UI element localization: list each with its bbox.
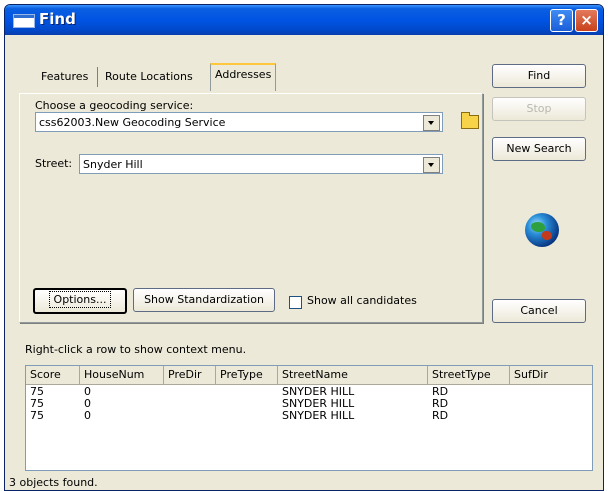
options-button-label: Options... [48,291,112,308]
find-dialog: Find ? × Features Route Locations Addres… [4,4,604,491]
tab-addresses[interactable]: Addresses [210,63,277,91]
table-row[interactable]: 75 0 SNYDER HILL RD [26,410,592,422]
cell-streettype: RD [432,409,449,422]
cancel-button[interactable]: Cancel [492,299,586,323]
geocoding-service-value: css62003.New Geocoding Service [39,116,226,129]
street-label: Street: [35,157,73,170]
tab-route-locations[interactable]: Route Locations [101,67,197,87]
close-icon[interactable]: × [575,9,598,32]
folder-open-icon[interactable] [461,112,479,129]
column-header-streettype[interactable]: StreetType [428,366,510,384]
table-header: Score HouseNum PreDir PreType StreetName… [26,366,592,385]
street-input[interactable]: Snyder Hill [79,154,443,174]
tab-separator [97,67,98,87]
status-bar: 3 objects found. [9,476,98,489]
show-standardization-button[interactable]: Show Standardization [133,288,275,312]
results-hint: Right-click a row to show context menu. [25,343,247,356]
column-header-score[interactable]: Score [26,366,80,384]
column-header-predir[interactable]: PreDir [164,366,216,384]
geocoding-service-label: Choose a geocoding service: [35,99,194,112]
results-table[interactable]: Score HouseNum PreDir PreType StreetName… [25,365,593,471]
globe-icon [525,213,559,247]
show-all-candidates-label[interactable]: Show all candidates [307,294,417,307]
new-search-button[interactable]: New Search [492,137,586,161]
window-icon [13,14,35,28]
street-value: Snyder Hill [83,158,143,171]
stop-button[interactable]: Stop [492,97,586,121]
column-header-streetname[interactable]: StreetName [278,366,428,384]
cell-streetname: SNYDER HILL [282,409,355,422]
help-icon[interactable]: ? [550,9,573,32]
cell-housenum: 0 [84,409,91,422]
options-button[interactable]: Options... [33,288,127,314]
window-title: Find [39,10,76,28]
column-header-sufdir[interactable]: SufDir [510,366,592,384]
column-header-pretype[interactable]: PreType [216,366,278,384]
show-all-candidates-checkbox[interactable] [289,296,302,309]
chevron-down-icon[interactable] [423,157,440,173]
geocoding-service-select[interactable]: css62003.New Geocoding Service [35,112,443,132]
title-bar[interactable]: Find ? × [5,5,603,35]
cell-score: 75 [30,409,44,422]
find-button[interactable]: Find [492,64,586,88]
tab-features[interactable]: Features [37,67,92,87]
chevron-down-icon[interactable] [423,115,440,131]
column-header-housenum[interactable]: HouseNum [80,366,164,384]
